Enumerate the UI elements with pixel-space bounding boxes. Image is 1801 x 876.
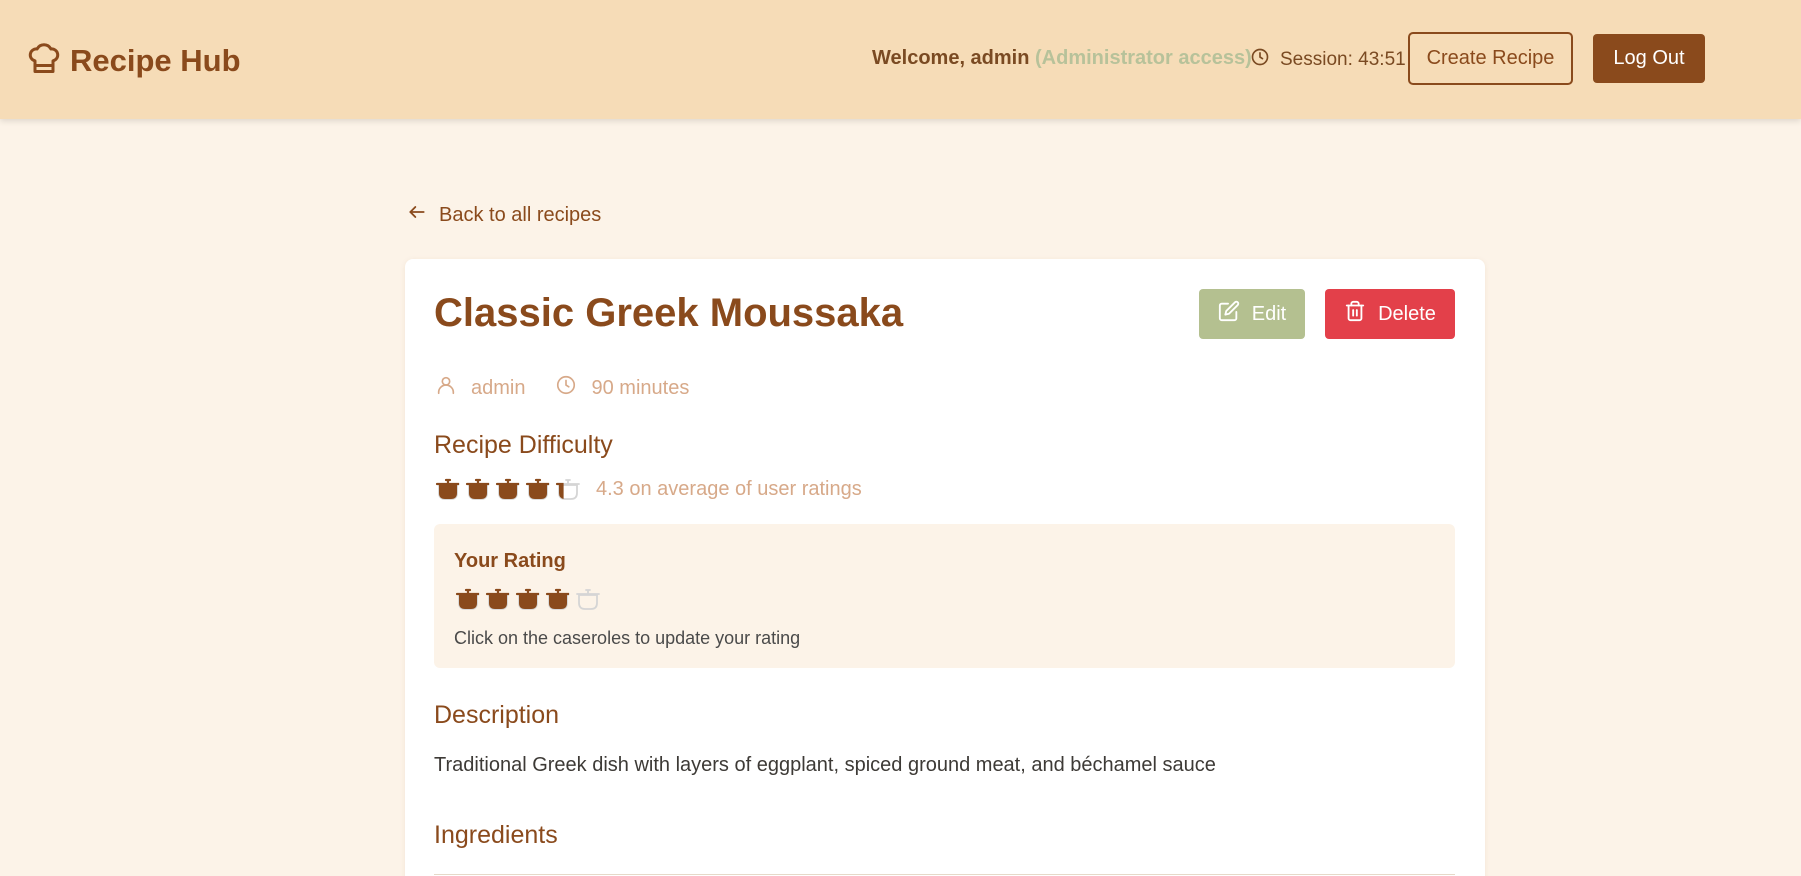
arrow-left-icon xyxy=(407,202,427,228)
casserole-icon[interactable] xyxy=(454,586,482,612)
casserole-icon[interactable] xyxy=(484,586,512,612)
chef-hat-icon xyxy=(26,40,62,81)
user-icon xyxy=(435,374,457,402)
your-rating-pots xyxy=(454,586,604,612)
rating-hint: Click on the caseroles to update your ra… xyxy=(454,628,801,648)
description-text: Traditional Greek dish with layers of eg… xyxy=(434,754,1216,776)
back-link-label: Back to all recipes xyxy=(439,203,602,226)
your-rating-panel: Your Rating Click on the caseroles to up… xyxy=(434,524,1455,668)
cook-time: 90 minutes xyxy=(591,376,690,399)
session-timer: Session: 43:51 xyxy=(1250,47,1406,73)
delete-label: Delete xyxy=(1378,302,1436,325)
app-header: Recipe Hub Welcome, admin (Administrator… xyxy=(0,0,1801,119)
welcome-text: Welcome, admin (Administrator access) xyxy=(872,47,1252,70)
welcome-user: Welcome, admin xyxy=(872,47,1030,69)
average-rating: 4.3 on average of user ratings xyxy=(434,476,862,502)
recipe-author: admin xyxy=(435,374,525,402)
edit-button[interactable]: Edit xyxy=(1199,289,1305,339)
edit-icon xyxy=(1218,300,1240,328)
author-name: admin xyxy=(471,376,526,399)
recipe-meta: admin 90 minutes xyxy=(435,374,719,402)
casserole-icon xyxy=(525,478,550,500)
recipe-title: Classic Greek Moussaka xyxy=(434,291,904,335)
casserole-icon xyxy=(465,478,490,500)
back-link[interactable]: Back to all recipes xyxy=(407,202,601,228)
casserole-icon xyxy=(555,479,580,500)
casserole-icon xyxy=(495,478,520,500)
clock-icon xyxy=(555,374,577,402)
ingredients-heading: Ingredients xyxy=(434,821,558,849)
casserole-icon[interactable] xyxy=(514,586,542,612)
your-rating-heading: Your Rating xyxy=(454,550,566,572)
brand-name: Recipe Hub xyxy=(70,42,241,78)
session-text: Session: 43:51 xyxy=(1280,49,1406,70)
edit-label: Edit xyxy=(1251,302,1287,325)
recipe-card: Classic Greek Moussaka Edit Delete admin… xyxy=(405,259,1485,876)
clock-icon xyxy=(1250,47,1270,73)
recipe-time: 90 minutes xyxy=(555,374,689,402)
delete-button[interactable]: Delete xyxy=(1325,289,1455,339)
admin-access-badge: (Administrator access) xyxy=(1035,47,1252,69)
trash-icon xyxy=(1344,300,1366,328)
casserole-icon[interactable] xyxy=(544,586,572,612)
create-recipe-button[interactable]: Create Recipe xyxy=(1408,32,1573,85)
casserole-icon[interactable] xyxy=(574,586,602,612)
average-rating-text: 4.3 on average of user ratings xyxy=(596,477,862,500)
average-rating-pots xyxy=(434,476,584,502)
difficulty-heading: Recipe Difficulty xyxy=(434,431,613,459)
logout-button[interactable]: Log Out xyxy=(1593,34,1705,83)
description-heading: Description xyxy=(434,701,560,729)
divider xyxy=(434,874,1455,875)
casserole-icon xyxy=(435,478,460,500)
brand[interactable]: Recipe Hub xyxy=(26,40,241,81)
